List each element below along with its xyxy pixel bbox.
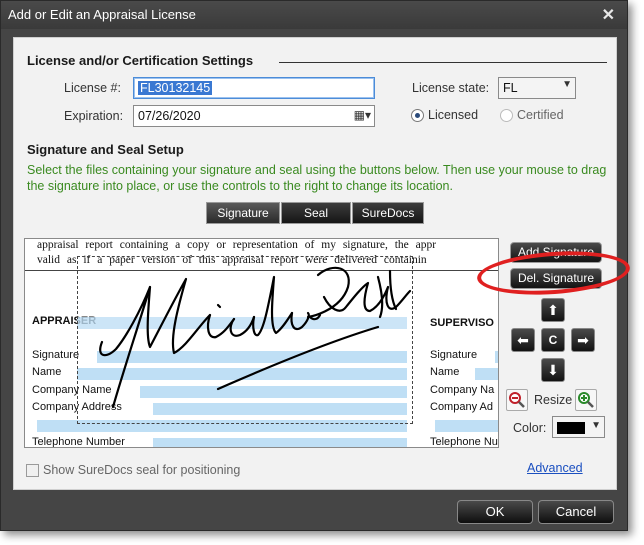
tab-seal[interactable]: Seal (281, 202, 351, 224)
color-swatch (557, 421, 585, 434)
license-state-select[interactable]: FL ▼ (498, 77, 576, 99)
supervisor-field-label: Telephone Nu (430, 436, 498, 448)
license-number-label: License #: (64, 81, 121, 95)
window-title: Add or Edit an Appraisal License (8, 7, 196, 22)
suredocs-checkbox[interactable] (26, 464, 39, 477)
chevron-down-icon: ▼ (591, 420, 601, 431)
asset-tabs: Signature Seal SureDocs (206, 202, 425, 224)
resize-label: Resize (534, 393, 573, 407)
supervisor-field-label: Company Ad (430, 401, 493, 413)
supervisor-field-label: Signature (430, 349, 478, 361)
arrow-left-icon: ⬅ (517, 332, 529, 348)
color-label: Color: (513, 421, 547, 435)
shrink-button[interactable] (506, 389, 528, 411)
appraiser-field-label: Name (32, 366, 62, 378)
advanced-link[interactable]: Advanced (527, 461, 583, 475)
appraiser-field-label: Signature (32, 349, 80, 361)
zoom-out-icon (509, 392, 525, 408)
expiration-date-input[interactable]: 07/26/2020 ▦▾ (133, 105, 375, 127)
appraiser-phone-field (153, 438, 407, 447)
center-button[interactable]: C (541, 328, 565, 352)
chevron-down-icon: ▼ (562, 79, 572, 90)
title-bar[interactable]: Add or Edit an Appraisal License ✕ (1, 1, 627, 29)
license-number-value: FL30132145 (138, 81, 213, 95)
supervisor-address2-field (435, 420, 498, 432)
supervisor-field-label: Company Na (430, 384, 495, 396)
section-divider (279, 62, 607, 63)
tab-signature[interactable]: Signature (206, 202, 280, 224)
signature-drag-box[interactable] (77, 256, 413, 424)
licensed-radio[interactable] (411, 109, 424, 122)
license-number-input[interactable]: FL30132145 (133, 77, 375, 99)
close-icon[interactable]: ✕ (602, 5, 615, 25)
tab-suredocs[interactable]: SureDocs (352, 202, 424, 224)
grow-button[interactable] (575, 389, 597, 411)
supervisor-name-field (475, 368, 498, 380)
license-state-label: License state: (412, 81, 490, 95)
move-right-button[interactable]: ➡ (571, 328, 595, 352)
licensed-label: Licensed (428, 108, 479, 122)
signature-section-title: Signature and Seal Setup (27, 142, 184, 157)
preview-text-line1: appraisal report containing a copy or re… (37, 239, 437, 251)
certified-radio[interactable] (500, 109, 513, 122)
color-picker[interactable]: ▼ (552, 416, 605, 438)
cancel-button[interactable]: Cancel (538, 500, 614, 524)
arrow-right-icon: ➡ (577, 332, 589, 348)
supervisor-field-label: Name (430, 366, 460, 378)
expiration-label: Expiration: (64, 109, 124, 123)
suredocs-checkbox-label: Show SureDocs seal for positioning (43, 463, 241, 477)
move-left-button[interactable]: ⬅ (511, 328, 535, 352)
instructions-text: Select the files containing your signatu… (27, 163, 607, 193)
ok-button[interactable]: OK (457, 500, 533, 524)
expiration-value: 07/26/2020 (138, 109, 201, 123)
certified-label: Certified (517, 108, 564, 122)
move-up-button[interactable]: ⬆ (541, 298, 565, 322)
supervisor-signature-field (495, 351, 498, 363)
arrow-up-icon: ⬆ (547, 302, 559, 318)
move-down-button[interactable]: ⬇ (541, 358, 565, 382)
calendar-icon[interactable]: ▦▾ (354, 108, 371, 122)
zoom-in-icon (578, 392, 594, 408)
signature-image (99, 266, 412, 409)
arrow-down-icon: ⬇ (547, 362, 559, 378)
supervisor-heading: SUPERVISO (430, 317, 494, 329)
license-state-value: FL (503, 81, 518, 95)
license-section-title: License and/or Certification Settings (27, 53, 254, 68)
signature-preview[interactable]: appraisal report containing a copy or re… (24, 238, 499, 448)
appraiser-field-label: Telephone Number (32, 436, 125, 448)
